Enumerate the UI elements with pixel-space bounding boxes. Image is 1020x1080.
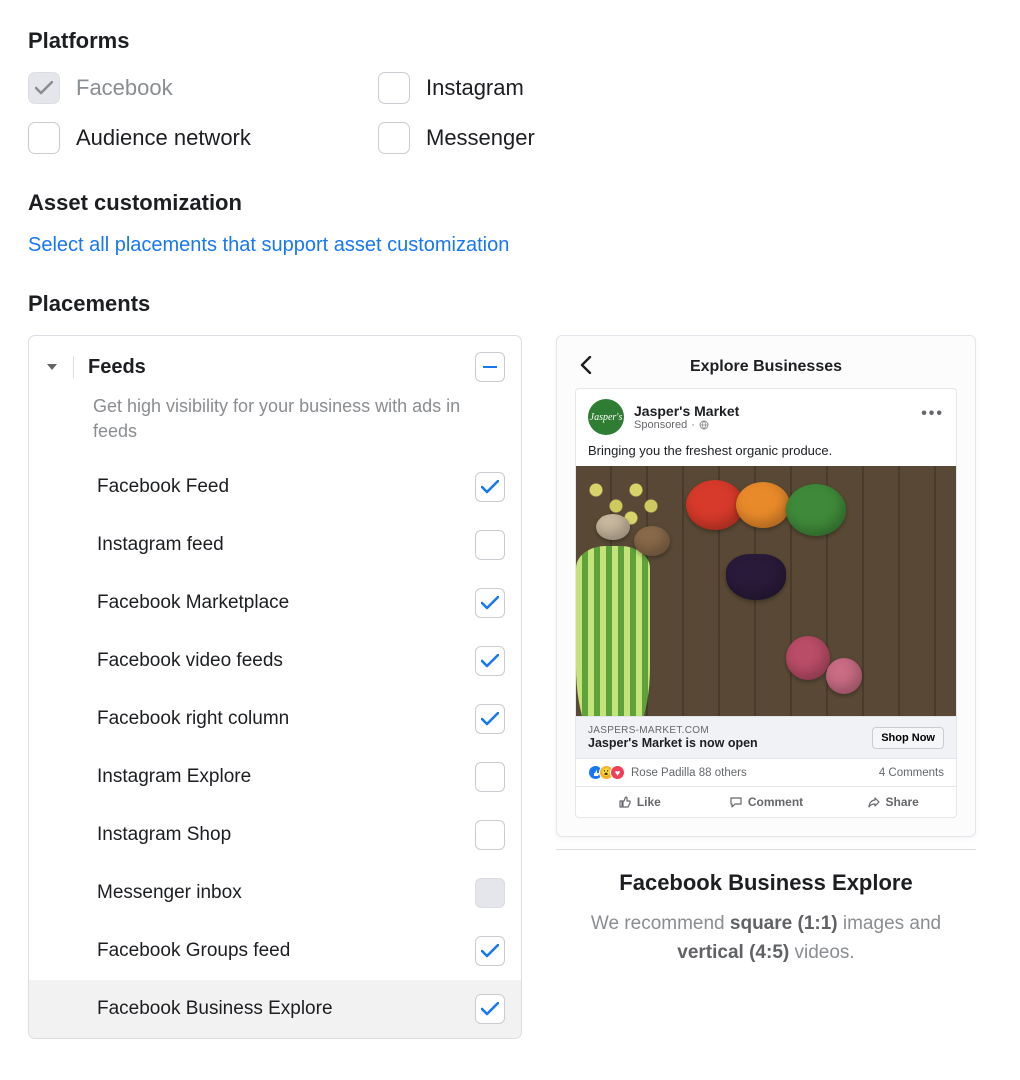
placement-label: Instagram feed bbox=[97, 534, 224, 556]
preview-title: Facebook Business Explore bbox=[556, 870, 976, 896]
reaction-icons: 😮 ♥ bbox=[588, 765, 625, 780]
placement-row[interactable]: Facebook Business Explore bbox=[29, 980, 521, 1038]
comment-button[interactable]: Comment bbox=[703, 787, 830, 817]
checkbox[interactable] bbox=[378, 122, 410, 154]
check-icon bbox=[481, 1002, 499, 1016]
thumb-up-icon bbox=[618, 795, 632, 809]
divider bbox=[73, 356, 74, 378]
checkbox bbox=[475, 878, 505, 908]
phone-title: Explore Businesses bbox=[690, 358, 842, 376]
back-icon[interactable] bbox=[579, 356, 593, 379]
like-button[interactable]: Like bbox=[576, 787, 703, 817]
placement-row[interactable]: Instagram Explore bbox=[29, 748, 521, 806]
comment-icon bbox=[729, 795, 743, 809]
placement-label: Facebook Marketplace bbox=[97, 592, 289, 614]
advertiser-name: Jasper's Market bbox=[634, 403, 739, 419]
platform-audience-network[interactable]: Audience network bbox=[28, 122, 378, 154]
reactions-row: 😮 ♥ Rose Padilla 88 others 4 Comments bbox=[576, 759, 956, 786]
checkbox[interactable] bbox=[475, 704, 505, 734]
placement-row[interactable]: Facebook right column bbox=[29, 690, 521, 748]
check-icon bbox=[35, 81, 53, 95]
placements-heading: Placements bbox=[28, 291, 992, 317]
check-icon bbox=[481, 480, 499, 494]
placements-group-title: Feeds bbox=[88, 356, 146, 379]
placement-row[interactable]: Facebook video feeds bbox=[29, 632, 521, 690]
check-icon bbox=[481, 712, 499, 726]
love-reaction-icon: ♥ bbox=[610, 765, 625, 780]
checkbox[interactable] bbox=[28, 122, 60, 154]
checkbox[interactable] bbox=[475, 588, 505, 618]
asset-customization-heading: Asset customization bbox=[28, 190, 992, 216]
checkbox[interactable] bbox=[378, 72, 410, 104]
share-icon bbox=[867, 795, 881, 809]
more-icon[interactable]: ••• bbox=[921, 405, 944, 423]
placement-label: Facebook Feed bbox=[97, 476, 229, 498]
platform-instagram[interactable]: Instagram bbox=[378, 72, 728, 104]
platform-label: Instagram bbox=[426, 75, 524, 101]
check-icon bbox=[481, 596, 499, 610]
placement-row[interactable]: Facebook Feed bbox=[29, 458, 521, 516]
checkbox[interactable] bbox=[475, 994, 505, 1024]
check-icon bbox=[481, 654, 499, 668]
checkbox[interactable] bbox=[475, 820, 505, 850]
phone-preview: Explore Businesses Jasper's Jasper's Mar… bbox=[556, 335, 976, 837]
placement-row[interactable]: Facebook Groups feed bbox=[29, 922, 521, 980]
divider bbox=[556, 849, 976, 850]
placement-label: Facebook Groups feed bbox=[97, 940, 290, 962]
platform-messenger[interactable]: Messenger bbox=[378, 122, 728, 154]
link-headline: Jasper's Market is now open bbox=[588, 736, 872, 750]
tristate-checkbox[interactable] bbox=[475, 352, 505, 382]
checkbox[interactable] bbox=[475, 530, 505, 560]
platform-label: Facebook bbox=[76, 75, 173, 101]
placement-label: Instagram Explore bbox=[97, 766, 251, 788]
platform-label: Audience network bbox=[76, 125, 251, 151]
platforms-grid: Facebook Instagram Audience network Mess… bbox=[28, 72, 992, 154]
link-card: JASPERS-MARKET.COM Jasper's Market is no… bbox=[576, 716, 956, 759]
sponsored-label: Sponsored· bbox=[634, 419, 739, 431]
platform-label: Messenger bbox=[426, 125, 535, 151]
cta-button[interactable]: Shop Now bbox=[872, 727, 944, 749]
placement-row[interactable]: Messenger inbox bbox=[29, 864, 521, 922]
placements-panel: Feeds Get high visibility for your busin… bbox=[28, 335, 522, 1039]
placement-label: Facebook video feeds bbox=[97, 650, 283, 672]
avatar: Jasper's bbox=[588, 399, 624, 435]
placements-group-desc: Get high visibility for your business wi… bbox=[29, 388, 521, 458]
placement-row[interactable]: Instagram feed bbox=[29, 516, 521, 574]
comments-count: 4 Comments bbox=[879, 767, 944, 779]
share-button[interactable]: Share bbox=[829, 787, 956, 817]
preview-column: Explore Businesses Jasper's Jasper's Mar… bbox=[556, 335, 976, 967]
platform-facebook[interactable]: Facebook bbox=[28, 72, 378, 104]
checkbox[interactable] bbox=[475, 646, 505, 676]
phone-topbar: Explore Businesses bbox=[575, 354, 957, 388]
caret-down-icon bbox=[45, 360, 59, 374]
ad-post: Jasper's Jasper's Market Sponsored· ••• … bbox=[575, 388, 957, 818]
placement-label: Facebook right column bbox=[97, 708, 289, 730]
minus-icon bbox=[483, 366, 497, 369]
platforms-heading: Platforms bbox=[28, 28, 992, 54]
placement-label: Instagram Shop bbox=[97, 824, 231, 846]
link-domain: JASPERS-MARKET.COM bbox=[588, 725, 872, 736]
checkbox[interactable] bbox=[28, 72, 60, 104]
check-icon bbox=[481, 944, 499, 958]
post-image bbox=[576, 466, 956, 716]
placement-row[interactable]: Facebook Marketplace bbox=[29, 574, 521, 632]
checkbox[interactable] bbox=[475, 936, 505, 966]
globe-icon bbox=[699, 420, 709, 430]
post-text: Bringing you the freshest organic produc… bbox=[576, 443, 956, 466]
preview-recommendation: We recommend square (1:1) images and ver… bbox=[556, 910, 976, 967]
placement-label: Facebook Business Explore bbox=[97, 998, 333, 1020]
checkbox[interactable] bbox=[475, 762, 505, 792]
placement-label: Messenger inbox bbox=[97, 882, 242, 904]
reactions-text: Rose Padilla 88 others bbox=[631, 767, 747, 779]
placements-group-header[interactable]: Feeds bbox=[29, 336, 521, 388]
checkbox[interactable] bbox=[475, 472, 505, 502]
actions-row: Like Comment Share bbox=[576, 786, 956, 817]
placement-row[interactable]: Instagram Shop bbox=[29, 806, 521, 864]
select-all-asset-placements-link[interactable]: Select all placements that support asset… bbox=[28, 234, 509, 257]
